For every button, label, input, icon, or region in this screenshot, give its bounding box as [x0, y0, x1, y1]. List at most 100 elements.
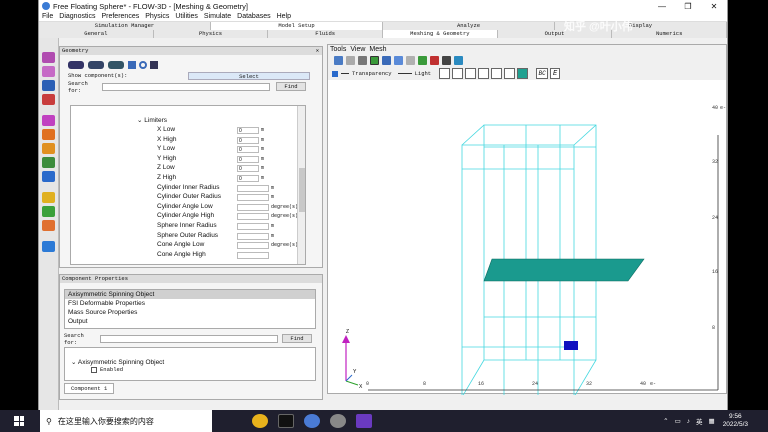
add-component-icon[interactable]: [68, 60, 84, 69]
limiters-header[interactable]: ⌄ Limiters: [137, 116, 167, 124]
component-search-input[interactable]: [100, 334, 278, 343]
chrome-icon[interactable]: [252, 414, 268, 428]
menu-preferences[interactable]: Preferences: [98, 13, 142, 20]
property-input[interactable]: [237, 232, 269, 240]
measure-icon[interactable]: [406, 56, 415, 65]
minimize-button[interactable]: —: [649, 2, 675, 11]
record-icon[interactable]: [430, 56, 439, 65]
view-menu-mesh[interactable]: Mesh: [367, 46, 388, 53]
component-icon[interactable]: [42, 52, 55, 63]
property-input[interactable]: [237, 242, 269, 250]
list-item[interactable]: Axisymmetric Spinning Object: [65, 290, 315, 299]
visual-studio-icon[interactable]: [356, 414, 372, 428]
property-input[interactable]: [237, 213, 269, 221]
display-icon[interactable]: [42, 171, 55, 182]
list-item[interactable]: Mass Source Properties: [65, 308, 315, 317]
tab-fluids[interactable]: Fluids: [268, 30, 384, 38]
component-tab[interactable]: Component 1: [64, 383, 115, 394]
app-icon[interactable]: [330, 414, 346, 428]
tab-analyze[interactable]: Analyze: [383, 22, 555, 30]
menu-file[interactable]: File: [39, 13, 56, 20]
zoom-fit-icon[interactable]: [370, 56, 379, 65]
list-item[interactable]: FSI Deformable Properties: [65, 299, 315, 308]
sphere-view-icon[interactable]: [454, 56, 463, 65]
view-mesh-icon[interactable]: [517, 68, 529, 79]
enabled-checkbox[interactable]: [91, 366, 97, 373]
link-icon[interactable]: [394, 56, 403, 65]
ime-lang[interactable]: 英: [696, 416, 703, 426]
taskbar-search[interactable]: ⚲ 在这里输入你要搜索的内容: [40, 410, 212, 432]
property-input[interactable]: [237, 223, 269, 230]
view-iso-icon[interactable]: [478, 68, 490, 79]
select-icon[interactable]: [346, 56, 355, 65]
ime-icon[interactable]: ▦: [709, 417, 715, 425]
fill-icon[interactable]: [42, 129, 55, 140]
geometry-scroll-thumb[interactable]: [299, 168, 305, 212]
menu-diagnostics[interactable]: Diagnostics: [56, 13, 98, 20]
transform-icon[interactable]: [108, 60, 124, 69]
property-input[interactable]: 0: [237, 155, 259, 163]
move-icon[interactable]: [42, 206, 55, 217]
menu-databases[interactable]: Databases: [234, 13, 273, 20]
e-button[interactable]: E: [550, 68, 561, 79]
geometry-find-button[interactable]: Find: [276, 82, 306, 91]
view-solid-icon[interactable]: [504, 68, 516, 79]
component-find-button[interactable]: Find: [282, 334, 312, 343]
3d-canvas[interactable]: 0 8 16 24 32 40 e- 8 16 24 32 40 e- Z Y …: [328, 85, 728, 395]
bc-icon[interactable]: [42, 80, 55, 91]
tree-icon[interactable]: [418, 56, 427, 65]
maximize-button[interactable]: ❐: [675, 2, 701, 11]
property-input[interactable]: 0: [237, 175, 259, 182]
transparency-color-icon[interactable]: [332, 70, 338, 77]
mesh-icon[interactable]: [42, 66, 55, 77]
tab-model-setup[interactable]: Model Setup: [211, 22, 383, 30]
geometry-scrollbar[interactable]: [297, 106, 305, 264]
geometry-search-input[interactable]: [102, 82, 270, 91]
view-perspective-icon[interactable]: [491, 68, 503, 79]
show-components-select[interactable]: Select: [188, 71, 310, 80]
property-input[interactable]: 0: [237, 165, 259, 173]
section-header[interactable]: ⌄ Axisymmetric Spinning Object: [65, 348, 315, 366]
particles-icon[interactable]: [42, 115, 55, 126]
tab-general[interactable]: General: [39, 30, 154, 38]
baffle-icon[interactable]: [42, 94, 55, 105]
tab-physics[interactable]: Physics: [154, 30, 269, 38]
flow3d-taskbar-icon[interactable]: [304, 414, 320, 428]
light-slider[interactable]: [397, 73, 412, 74]
transparency-slider[interactable]: [341, 73, 349, 74]
ruler-icon[interactable]: [382, 56, 391, 65]
sphere-icon[interactable]: [139, 60, 147, 69]
graph-icon[interactable]: [42, 192, 55, 203]
view-menu-view[interactable]: View: [348, 46, 367, 53]
probe-icon[interactable]: [42, 157, 55, 168]
volume-icon[interactable]: ♪: [687, 418, 690, 425]
property-input[interactable]: [237, 251, 269, 259]
subcomponent-icon[interactable]: [88, 60, 104, 69]
view-xy-icon[interactable]: [439, 68, 451, 79]
property-input[interactable]: 0: [237, 127, 259, 134]
windows-start-icon[interactable]: [14, 416, 24, 426]
tab-simulation-manager[interactable]: Simulation Manager: [39, 22, 211, 30]
menu-physics[interactable]: Physics: [142, 13, 172, 20]
list-item[interactable]: Output: [65, 317, 315, 326]
pan-icon[interactable]: [358, 56, 367, 65]
camera-icon[interactable]: [442, 56, 451, 65]
property-input[interactable]: [237, 203, 269, 211]
tools-icon[interactable]: [42, 220, 55, 231]
wave-icon[interactable]: [42, 143, 55, 154]
property-input[interactable]: 0: [237, 136, 259, 144]
menu-utilities[interactable]: Utilities: [172, 13, 201, 20]
close-button[interactable]: ✕: [701, 2, 727, 11]
menu-simulate[interactable]: Simulate: [201, 13, 234, 20]
property-input[interactable]: 0: [237, 146, 259, 154]
rotate-icon[interactable]: [334, 56, 343, 65]
box-icon[interactable]: [150, 60, 158, 69]
network-icon[interactable]: ▭: [675, 417, 681, 425]
terminal-icon[interactable]: [278, 414, 294, 428]
import-icon[interactable]: [128, 60, 136, 69]
tab-meshing-geometry[interactable]: Meshing & Geometry: [383, 30, 498, 38]
bc-button[interactable]: BC: [536, 68, 549, 79]
view-xz-icon[interactable]: [452, 68, 464, 79]
run-icon[interactable]: [42, 241, 55, 252]
clock[interactable]: 9:56 2022/5/3: [723, 413, 748, 429]
